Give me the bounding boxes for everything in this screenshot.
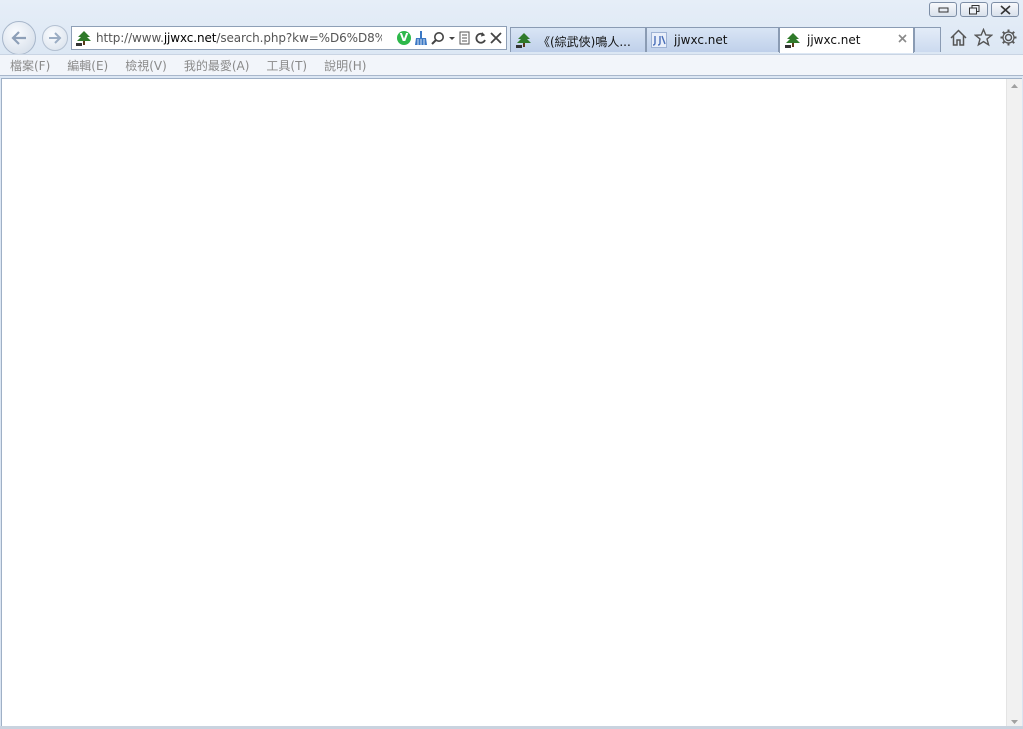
chevron-down-icon[interactable] xyxy=(448,31,456,45)
page-content[interactable] xyxy=(1,78,1022,729)
scroll-up-icon[interactable] xyxy=(1010,83,1019,89)
minimize-icon xyxy=(938,7,949,13)
new-tab-button[interactable] xyxy=(914,27,941,52)
arrow-right-icon xyxy=(49,32,62,44)
back-button[interactable] xyxy=(2,21,36,55)
forward-button[interactable] xyxy=(42,25,68,51)
refresh-icon[interactable] xyxy=(474,31,487,45)
close-icon xyxy=(1000,5,1011,15)
menu-view[interactable]: 檢視(V) xyxy=(125,57,167,74)
gear-icon[interactable] xyxy=(999,28,1018,47)
broom-icon[interactable] xyxy=(414,30,428,46)
restore-button[interactable] xyxy=(960,2,988,17)
menu-edit[interactable]: 編輯(E) xyxy=(67,57,108,74)
tree-icon xyxy=(516,33,531,48)
tab-label: jjwxc.net xyxy=(807,33,861,47)
home-icon[interactable] xyxy=(949,28,968,47)
compatibility-view-icon[interactable] xyxy=(459,31,471,45)
address-bar[interactable]: http://www.jjwxc.net/search.php?kw=%D6%D… xyxy=(71,26,507,50)
close-tab-icon[interactable] xyxy=(897,33,908,44)
tab-2[interactable]: jjwxc.net xyxy=(646,27,779,52)
jjwxc-icon xyxy=(651,32,667,48)
url-domain: jjwxc.net xyxy=(163,31,217,45)
menu-file[interactable]: 檔案(F) xyxy=(10,57,50,74)
tree-icon xyxy=(76,31,91,46)
tab-label: 《(綜武俠)鳴人... xyxy=(538,35,631,49)
command-icons xyxy=(949,28,1018,47)
tab-1[interactable]: 《(綜武俠)鳴人... xyxy=(510,27,646,52)
stop-icon[interactable] xyxy=(490,31,502,45)
vertical-scrollbar[interactable] xyxy=(1006,79,1022,729)
tree-icon xyxy=(785,33,800,48)
search-icon[interactable] xyxy=(431,31,445,46)
menu-favorites[interactable]: 我的最愛(A) xyxy=(184,57,250,74)
url-text[interactable]: http://www.jjwxc.net/search.php?kw=%D6%D… xyxy=(96,31,382,47)
browser-window: http://www.jjwxc.net/search.php?kw=%D6%D… xyxy=(0,0,1023,729)
url-prefix: http://www. xyxy=(96,31,164,45)
address-tools: V xyxy=(397,30,502,46)
star-icon[interactable] xyxy=(974,28,993,47)
url-rest: /search.php?kw=%D6%D8%C9 xyxy=(216,31,382,45)
window-controls xyxy=(929,2,1019,17)
tab-label: jjwxc.net xyxy=(674,33,728,47)
scroll-down-icon[interactable] xyxy=(1010,719,1019,725)
menu-tools[interactable]: 工具(T) xyxy=(266,57,307,74)
verified-badge[interactable]: V xyxy=(397,31,411,45)
close-window-button[interactable] xyxy=(991,2,1019,17)
menu-help[interactable]: 說明(H) xyxy=(324,57,366,74)
minimize-button[interactable] xyxy=(929,2,957,17)
arrow-left-icon xyxy=(11,31,26,45)
menu-bar: 檔案(F) 編輯(E) 檢視(V) 我的最愛(A) 工具(T) 說明(H) xyxy=(0,54,1023,76)
tab-3-active[interactable]: jjwxc.net xyxy=(779,27,914,53)
restore-icon xyxy=(969,5,980,15)
